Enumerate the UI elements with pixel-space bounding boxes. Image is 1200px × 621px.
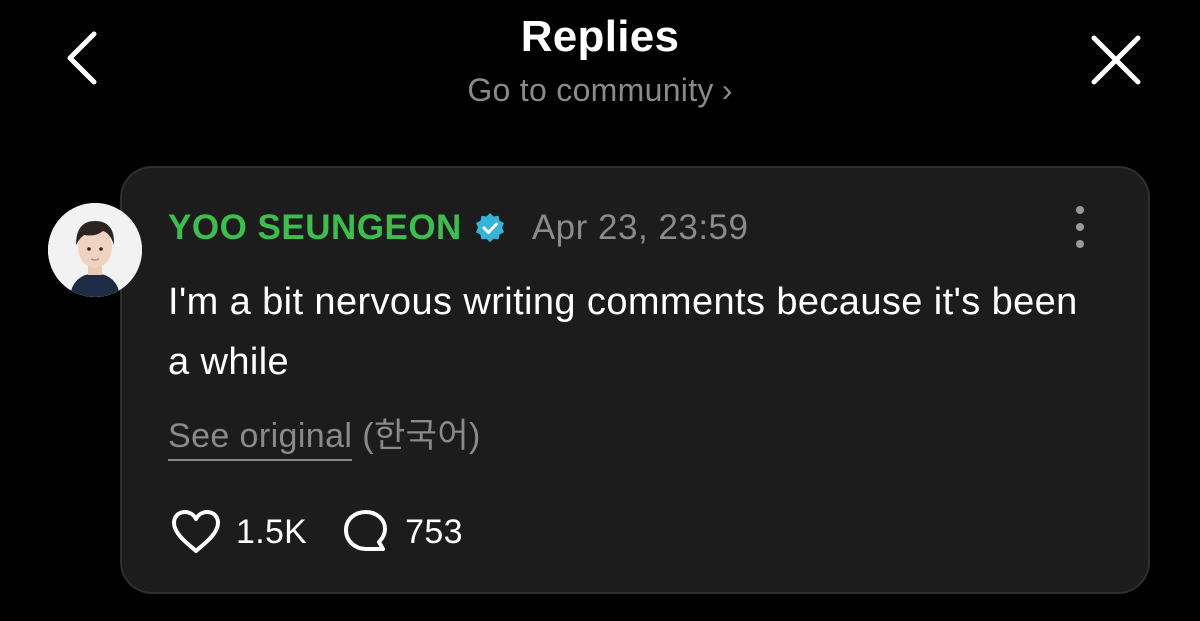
more-vertical-icon-dot: [1076, 223, 1084, 231]
comment-bubble-icon: [344, 510, 388, 551]
more-options-button[interactable]: [1066, 206, 1094, 248]
community-link-label: Go to community: [467, 72, 714, 108]
like-count: 1.5K: [236, 512, 308, 551]
author-name[interactable]: YOO SEUNGEON: [168, 208, 462, 248]
verified-badge-icon: [474, 212, 506, 244]
go-to-community-link[interactable]: Go to community ›: [0, 72, 1200, 109]
original-language: (한국어): [362, 417, 481, 455]
avatar[interactable]: [48, 203, 142, 297]
reply-text: I'm a bit nervous writing comments becau…: [168, 281, 1078, 383]
like-button[interactable]: 1.5K: [170, 509, 307, 555]
more-vertical-icon-dot: [1076, 206, 1084, 214]
comment-button[interactable]: 753: [341, 509, 463, 555]
avatar-image: [48, 203, 142, 297]
more-vertical-icon-dot: [1076, 240, 1084, 248]
see-original-row: See original (한국어): [168, 408, 481, 461]
close-icon: [1091, 35, 1141, 85]
heart-icon: [172, 510, 220, 553]
chevron-right-icon: ›: [721, 72, 733, 108]
post-header: YOO SEUNGEON Apr 23, 23:59: [168, 206, 748, 250]
reply-actions: 1.5K 753: [170, 508, 463, 556]
close-button[interactable]: [1086, 30, 1146, 90]
timestamp: Apr 23, 23:59: [531, 208, 749, 247]
page-title: Replies: [520, 12, 680, 61]
comment-count: 753: [405, 512, 463, 551]
see-original-link[interactable]: See original: [168, 417, 353, 461]
header: Replies Go to community ›: [0, 0, 1200, 130]
